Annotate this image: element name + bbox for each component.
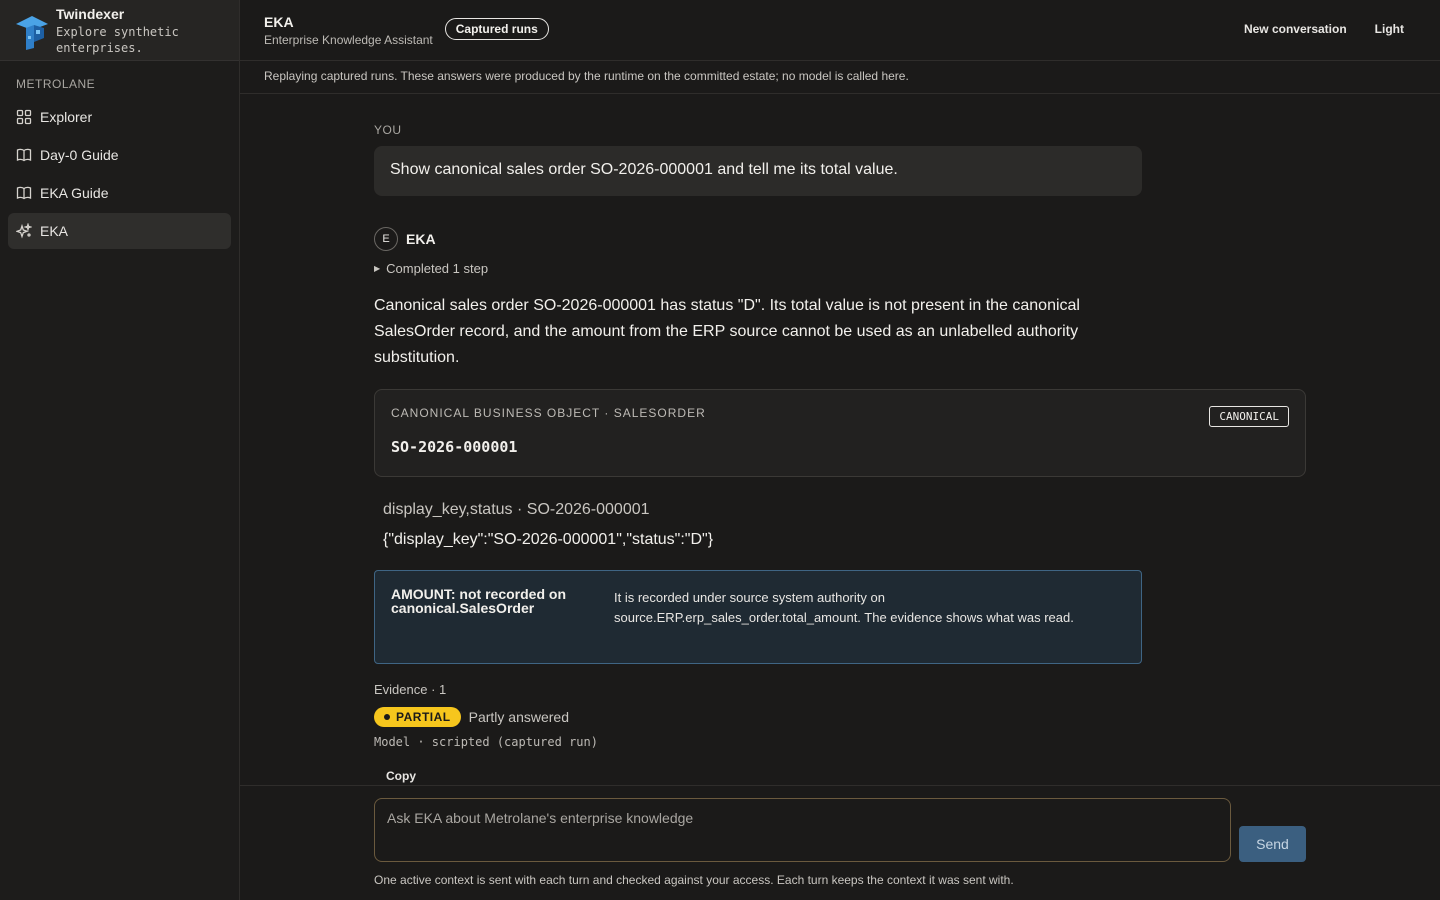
new-conversation-button[interactable]: New conversation	[1244, 22, 1347, 36]
chat-input[interactable]	[374, 798, 1231, 862]
twindexer-logo-icon	[16, 16, 48, 50]
sidebar-item-label: Explorer	[40, 109, 93, 125]
status-text: Partly answered	[468, 709, 569, 725]
amount-text: It is recorded under source system autho…	[614, 590, 1074, 625]
copy-button[interactable]: Copy	[386, 769, 1306, 783]
status-badge: PARTIAL	[374, 707, 461, 727]
object-id: SO-2026-000001	[391, 438, 518, 456]
sidebar-item-label: EKA Guide	[40, 185, 109, 201]
composer: Send One active context is sent with eac…	[240, 785, 1440, 900]
user-label: YOU	[374, 123, 402, 137]
assistant-header: E EKA	[374, 227, 1306, 251]
sparkle-icon	[16, 223, 32, 239]
book-icon	[16, 185, 32, 201]
assistant-name: EKA	[406, 231, 436, 247]
grid-icon	[16, 109, 32, 125]
composer-footnote: One active context is sent with each tur…	[374, 873, 1014, 887]
brand-name: Twindexer	[56, 6, 125, 22]
main-area: EKA Enterprise Knowledge Assistant Captu…	[240, 0, 1440, 900]
sidebar-section-label: METROLANE	[16, 77, 96, 91]
sidebar-item-day-0-guide[interactable]: Day-0 Guide	[8, 137, 231, 173]
sidebar-item-label: Day-0 Guide	[40, 147, 119, 163]
model-info: Model · scripted (captured run)	[374, 735, 598, 749]
field-value: {"display_key":"SO-2026-000001","status"…	[383, 531, 714, 548]
theme-toggle-button[interactable]: Light	[1375, 22, 1404, 36]
status-badge-label: PARTIAL	[396, 710, 451, 724]
field-key: display_key,status · SO-2026-000001	[383, 501, 650, 518]
avatar: E	[374, 227, 398, 251]
sidebar-item-explorer[interactable]: Explorer	[8, 99, 231, 135]
status-dot-icon	[384, 714, 390, 720]
steps-label: Completed 1 step	[386, 261, 489, 276]
user-message: Show canonical sales order SO-2026-00000…	[374, 146, 1142, 196]
sidebar-nav: Explorer Day-0 Guide EKA Guide EKA	[0, 99, 239, 249]
brand-tagline: Explore synthetic enterprises.	[56, 25, 179, 55]
page-subtitle: Enterprise Knowledge Assistant	[264, 32, 433, 47]
page-title: EKA	[264, 13, 294, 30]
header: EKA Enterprise Knowledge Assistant Captu…	[240, 0, 1440, 61]
book-icon	[16, 147, 32, 163]
brand[interactable]: Twindexer Explore synthetic enterprises.	[0, 0, 239, 61]
sidebar-item-eka-guide[interactable]: EKA Guide	[8, 175, 231, 211]
object-card-label: CANONICAL BUSINESS OBJECT · SALESORDER	[391, 406, 706, 420]
sidebar-item-eka[interactable]: EKA	[8, 213, 231, 249]
conversation: YOU Show canonical sales order SO-2026-0…	[374, 94, 1306, 783]
assistant-answer: Canonical sales order SO-2026-000001 has…	[374, 297, 1080, 366]
send-button[interactable]: Send	[1239, 826, 1306, 862]
steps-toggle[interactable]: ▶ Completed 1 step	[374, 261, 1306, 276]
canonical-badge: CANONICAL	[1209, 406, 1289, 427]
caret-right-icon: ▶	[374, 264, 381, 273]
sidebar-item-label: EKA	[40, 223, 69, 239]
evidence-toggle[interactable]: Evidence · 1	[374, 682, 1306, 697]
amount-label: AMOUNT: not recorded on canonical.SalesO…	[391, 586, 566, 616]
captured-runs-badge: Captured runs	[444, 18, 549, 40]
replay-notice: Replaying captured runs. These answers w…	[240, 61, 1440, 94]
business-object-card[interactable]: CANONICAL BUSINESS OBJECT · SALESORDER S…	[374, 389, 1306, 477]
sidebar: Twindexer Explore synthetic enterprises.…	[0, 0, 240, 900]
answer-status: PARTIAL Partly answered	[374, 707, 1306, 727]
amount-notice: AMOUNT: not recorded on canonical.SalesO…	[374, 570, 1142, 664]
